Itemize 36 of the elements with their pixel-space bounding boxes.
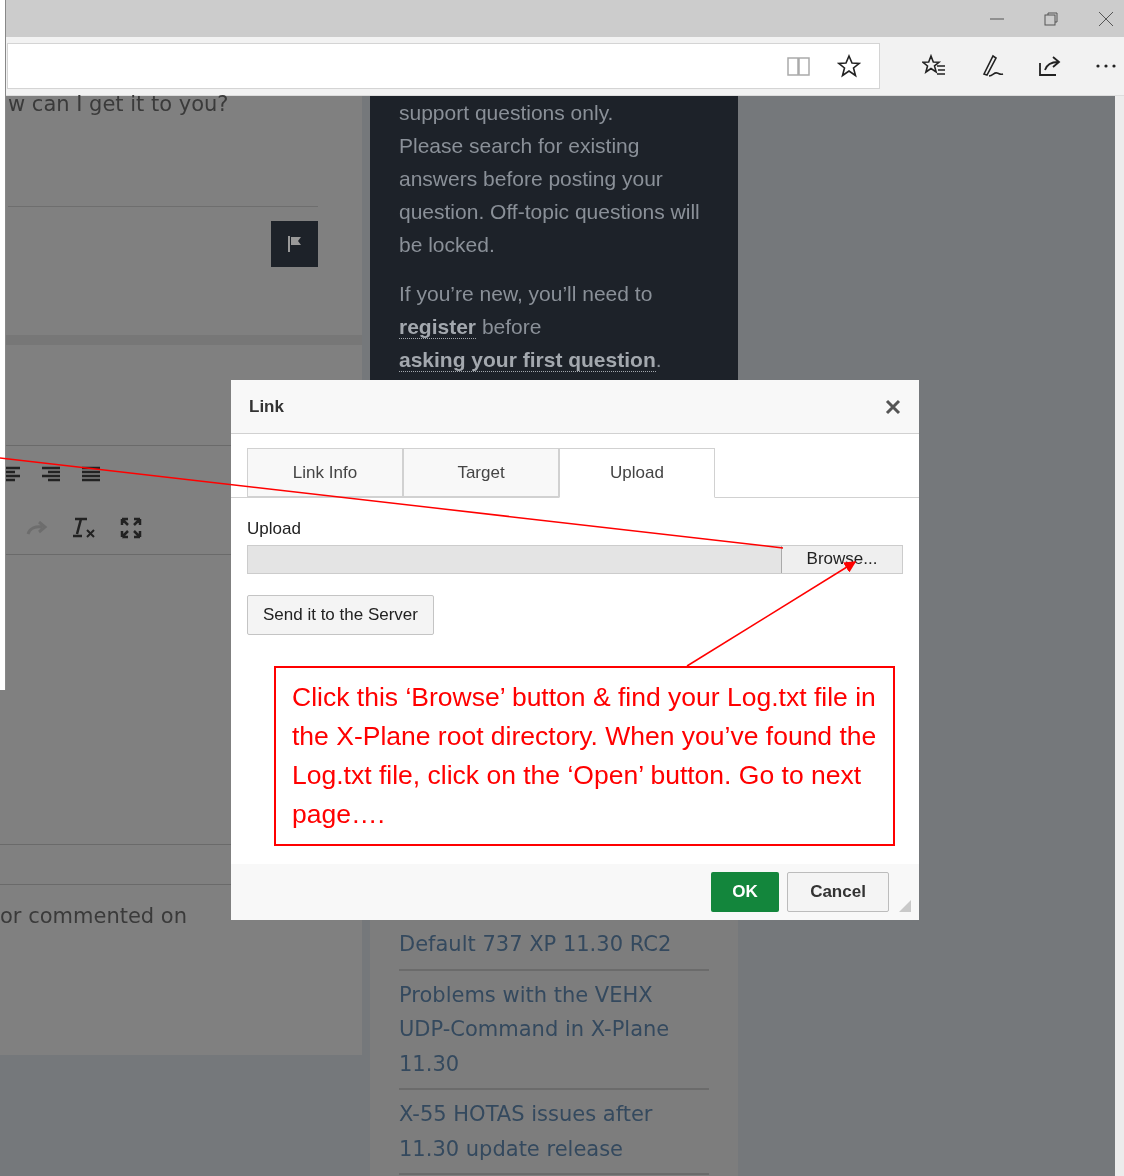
share-icon[interactable] (1038, 55, 1062, 77)
browse-button[interactable]: Browse... (781, 545, 902, 573)
more-icon[interactable] (1096, 64, 1116, 68)
pen-icon[interactable] (980, 54, 1004, 78)
align-right-icon[interactable] (42, 466, 60, 482)
activity-text: or commented on (0, 903, 188, 930)
book-icon[interactable] (787, 56, 811, 76)
notice-link[interactable]: asking your first question (399, 348, 656, 372)
flag-button[interactable] (271, 221, 318, 267)
remove-format-icon[interactable] (72, 517, 96, 539)
notice-paragraph: If you’re new, you’ll need to register before asking your first question. (399, 281, 663, 374)
notice-text: support questions only. (399, 100, 615, 126)
maximize-icon[interactable] (120, 517, 142, 539)
send-button[interactable]: Send it to the Server (247, 594, 434, 635)
upload-label: Upload (247, 518, 302, 540)
question-text: w can I get it to you? (8, 91, 230, 118)
ok-button[interactable]: OK (711, 872, 779, 912)
scrollbar[interactable] (1115, 96, 1124, 1176)
star-icon[interactable] (837, 54, 861, 78)
cancel-button[interactable]: Cancel (787, 872, 889, 912)
annotation-text: Click this ‘Browse’ button & find your Log.txt file in the X-Plane root directory. When you’ve found the Log.txt file, click on the ‘Open’ button. Go to next page…. (292, 681, 877, 831)
file-field[interactable]: Browse... (247, 544, 903, 574)
justify-icon[interactable] (82, 466, 100, 482)
notice-text: Please search for existing answers before posting your question. Off-topic questions will be locked. (399, 133, 701, 258)
align-left-icon[interactable] (6, 466, 20, 482)
close-icon[interactable] (1098, 10, 1114, 27)
resize-grip-icon[interactable] (899, 900, 911, 912)
dialog-title: Link (249, 395, 284, 418)
dialog-tab[interactable]: Target (403, 448, 559, 497)
restore-icon[interactable] (1044, 11, 1058, 26)
dialog-tab[interactable]: Upload (559, 448, 715, 498)
dialog-tab[interactable]: Link Info (247, 448, 403, 497)
close-icon[interactable] (885, 398, 901, 415)
notice-link[interactable]: register (399, 315, 477, 339)
favorites-list-icon[interactable] (922, 54, 946, 78)
flag-icon (286, 235, 303, 253)
